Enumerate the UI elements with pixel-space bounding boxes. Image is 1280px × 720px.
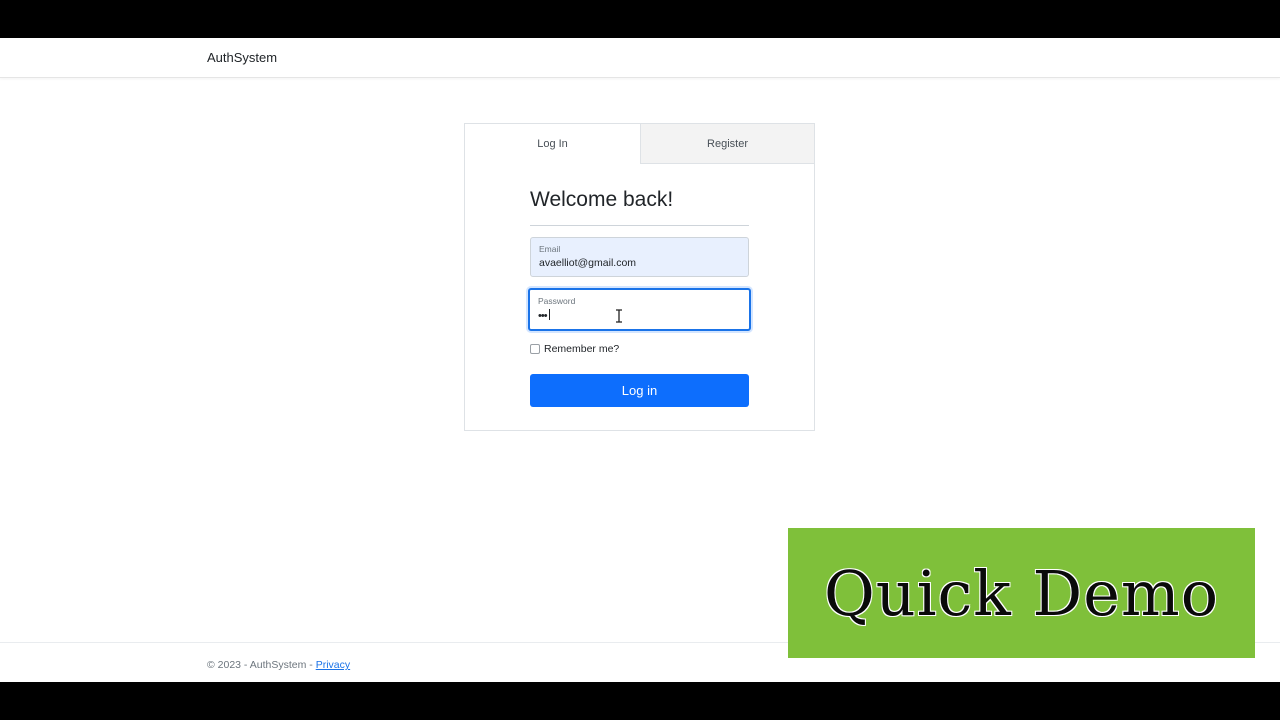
- remember-me-label[interactable]: Remember me?: [544, 343, 619, 355]
- remember-me-checkbox[interactable]: [530, 344, 540, 354]
- password-field[interactable]: Password •••: [528, 288, 751, 331]
- email-field[interactable]: Email avaelliot@gmail.com: [530, 237, 749, 277]
- privacy-link[interactable]: Privacy: [316, 659, 350, 671]
- ibeam-cursor-icon: [616, 309, 622, 323]
- password-value-wrap: •••: [538, 309, 550, 322]
- email-value: avaelliot@gmail.com: [539, 257, 637, 269]
- form-heading: Welcome back!: [530, 188, 674, 211]
- tab-register[interactable]: Register: [640, 124, 814, 164]
- auth-card: Log In Register Welcome back! Email avae…: [464, 123, 815, 431]
- login-button[interactable]: Log in: [530, 374, 749, 407]
- remember-me-row: Remember me?: [530, 343, 619, 355]
- tab-login[interactable]: Log In: [465, 124, 640, 164]
- letterbox-top: [0, 0, 1280, 38]
- password-label: Password: [538, 296, 576, 306]
- auth-tabs: Log In Register: [465, 124, 814, 164]
- brand-link[interactable]: AuthSystem: [207, 50, 277, 65]
- footer-text: © 2023 - AuthSystem - Privacy: [207, 659, 350, 671]
- divider: [530, 225, 749, 226]
- quick-demo-banner: Quick Demo: [788, 528, 1255, 658]
- banner-text: Quick Demo: [823, 556, 1220, 630]
- footer-copyright: © 2023 - AuthSystem -: [207, 659, 316, 671]
- email-label: Email: [539, 244, 561, 254]
- password-value: •••: [538, 310, 548, 322]
- letterbox-bottom: [0, 682, 1280, 720]
- navbar: AuthSystem: [0, 38, 1280, 78]
- text-caret: [548, 309, 550, 320]
